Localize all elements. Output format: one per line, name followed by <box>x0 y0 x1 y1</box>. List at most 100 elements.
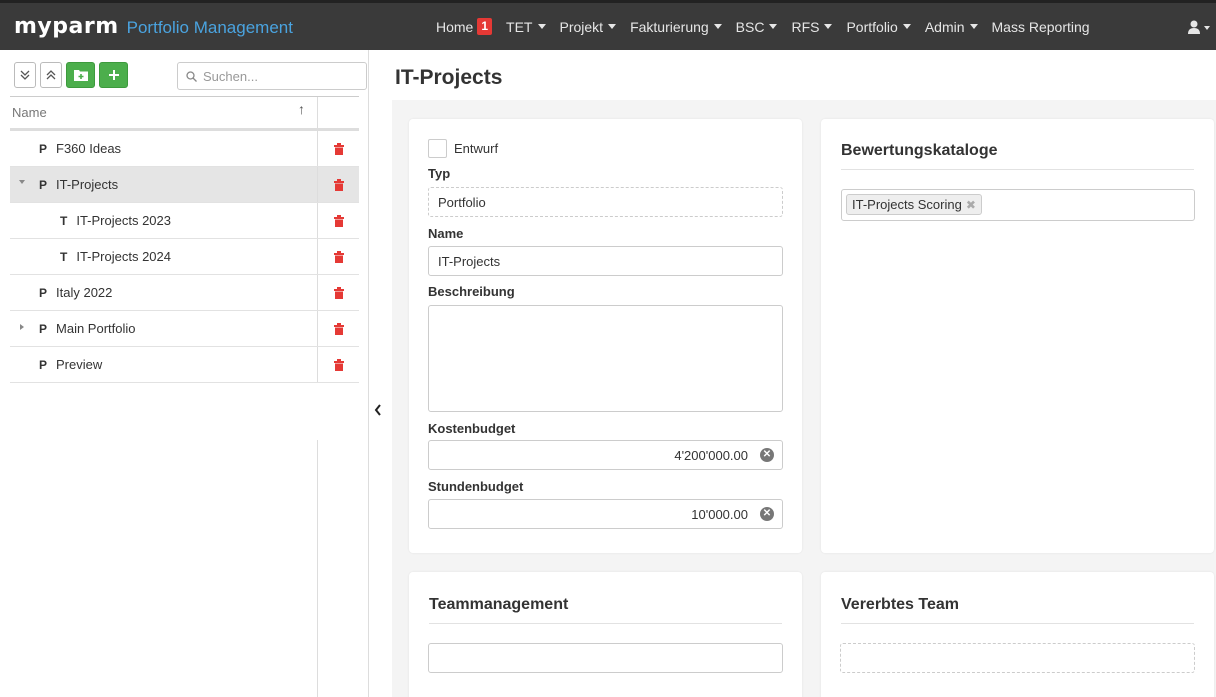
tree-cell-name: P Preview <box>10 347 318 382</box>
notification-badge: 1 <box>477 18 493 35</box>
tree-cell-action <box>318 203 359 238</box>
type-field: Portfolio <box>428 187 783 217</box>
folder-plus-icon <box>73 70 88 81</box>
tree-row[interactable]: P F360 Ideas <box>10 131 359 167</box>
hour-budget-input[interactable]: 10'000.00 ✕ <box>428 499 783 529</box>
name-value: IT-Projects <box>438 253 501 269</box>
name-input[interactable]: IT-Projects <box>428 246 783 276</box>
trash-icon[interactable] <box>333 250 344 263</box>
nav-home-label: Home <box>436 18 474 35</box>
user-menu[interactable] <box>1188 20 1210 37</box>
name-label: Name <box>428 226 464 241</box>
nav-menu: Home 1 TET Projekt Fakturierung BSC RFS P… <box>436 3 1104 50</box>
caret-down-icon <box>969 24 978 29</box>
nav-projekt-label: Projekt <box>559 18 604 35</box>
sort-ascending-icon: ↑ <box>298 101 305 117</box>
nav-rfs[interactable]: RFS <box>791 19 833 35</box>
tree-cell-action <box>318 239 359 274</box>
nav-tet[interactable]: TET <box>506 19 546 35</box>
chevron-left-icon <box>374 404 381 416</box>
brand[interactable]: myparm Portfolio Management <box>14 14 293 39</box>
inherited-team-card: Vererbtes Team <box>821 572 1214 697</box>
tree-cell-name: P IT-Projects <box>10 167 318 202</box>
tree-row[interactable]: T IT-Projects 2024 <box>10 239 359 275</box>
trash-icon[interactable] <box>333 322 344 335</box>
tree-cell-action <box>318 347 359 382</box>
nav-admin[interactable]: Admin <box>925 19 978 35</box>
type-label: Typ <box>428 166 451 181</box>
tree-cell-action <box>318 275 359 310</box>
collapsed-caret-icon[interactable] <box>20 324 24 330</box>
nav-mass-reporting[interactable]: Mass Reporting <box>992 19 1090 35</box>
cost-budget-input[interactable]: 4'200'000.00 ✕ <box>428 440 783 470</box>
column-name-header[interactable]: Name ↑ <box>10 97 318 128</box>
tree-cell-action <box>318 167 359 202</box>
brand-logo: myparm <box>14 14 119 39</box>
team-title: Teammanagement <box>429 596 569 613</box>
cost-budget-label: Kostenbudget <box>428 421 516 436</box>
trash-icon[interactable] <box>333 286 344 299</box>
catalog-tag-label: IT-Projects Scoring <box>852 197 962 212</box>
double-chevron-down-icon <box>20 70 30 80</box>
tree-row[interactable]: P Preview <box>10 347 359 383</box>
catalog-tag: IT-Projects Scoring ✖ <box>846 194 982 215</box>
type-value: Portfolio <box>438 194 486 210</box>
nav-portfolio[interactable]: Portfolio <box>846 18 911 35</box>
trash-icon[interactable] <box>333 142 344 155</box>
divider <box>429 623 782 624</box>
inherited-team-field <box>840 643 1195 673</box>
nav-portfolio-label: Portfolio <box>846 18 898 35</box>
top-navbar: myparm Portfolio Management Home 1 TET Pr… <box>0 0 1216 50</box>
remove-tag-icon[interactable]: ✖ <box>966 198 976 212</box>
tree-header: Name ↑ <box>10 97 359 131</box>
caret-down-icon <box>608 24 617 29</box>
tree-cell-action <box>318 131 359 166</box>
add-item-button[interactable] <box>99 62 128 88</box>
tree-row-label: Italy 2022 <box>56 285 113 300</box>
caret-down-icon <box>902 24 911 29</box>
user-icon <box>1188 20 1210 34</box>
type-badge: P <box>39 285 48 300</box>
catalogs-title: Bewertungskataloge <box>841 142 998 159</box>
tree-cell-action <box>318 311 359 346</box>
nav-bsc[interactable]: BSC <box>736 19 778 35</box>
tree-cell-name: T IT-Projects 2023 <box>10 203 318 238</box>
column-divider <box>317 440 318 697</box>
trash-icon[interactable] <box>333 178 344 191</box>
content-area: Entwurf Typ Portfolio Name IT-Projects B… <box>392 100 1216 697</box>
nav-bsc-label: BSC <box>735 18 765 35</box>
add-folder-button[interactable] <box>66 62 95 88</box>
type-badge: P <box>39 177 48 192</box>
tree-row-label: IT-Projects 2024 <box>76 249 171 264</box>
tree-row[interactable]: T IT-Projects 2023 <box>10 203 359 239</box>
column-name-label: Name <box>12 105 47 120</box>
draft-checkbox[interactable] <box>428 139 447 158</box>
nav-admin-label: Admin <box>924 18 965 35</box>
hour-budget-label: Stundenbudget <box>428 479 524 494</box>
tree-cell-name: P Main Portfolio <box>10 311 318 346</box>
team-input[interactable] <box>428 643 783 673</box>
clear-icon[interactable]: ✕ <box>760 448 774 462</box>
trash-icon[interactable] <box>333 358 344 371</box>
expanded-caret-icon[interactable] <box>19 180 25 184</box>
app-title: Portfolio Management <box>126 18 293 37</box>
expand-all-button[interactable] <box>14 62 36 88</box>
collapse-all-button[interactable] <box>40 62 62 88</box>
tree-cell-name: T IT-Projects 2024 <box>10 239 318 274</box>
description-textarea[interactable] <box>428 305 783 412</box>
nav-projekt[interactable]: Projekt <box>560 19 617 35</box>
tree-row[interactable]: P Main Portfolio <box>10 311 359 347</box>
tree-cell-name: P Italy 2022 <box>10 275 318 310</box>
type-badge: P <box>39 321 48 336</box>
catalogs-tag-input[interactable]: IT-Projects Scoring ✖ <box>841 189 1195 221</box>
tree-toolbar <box>14 62 132 88</box>
tree-search-input[interactable]: Suchen... <box>177 62 367 90</box>
tree-row[interactable]: P Italy 2022 <box>10 275 359 311</box>
nav-fakturierung[interactable]: Fakturierung <box>630 19 722 35</box>
collapse-panel-button[interactable] <box>374 403 382 421</box>
trash-icon[interactable] <box>333 214 344 227</box>
clear-icon[interactable]: ✕ <box>760 507 774 521</box>
tree-row[interactable]: P IT-Projects <box>10 167 359 203</box>
nav-home[interactable]: Home 1 <box>436 18 493 35</box>
description-label: Beschreibung <box>428 284 515 299</box>
